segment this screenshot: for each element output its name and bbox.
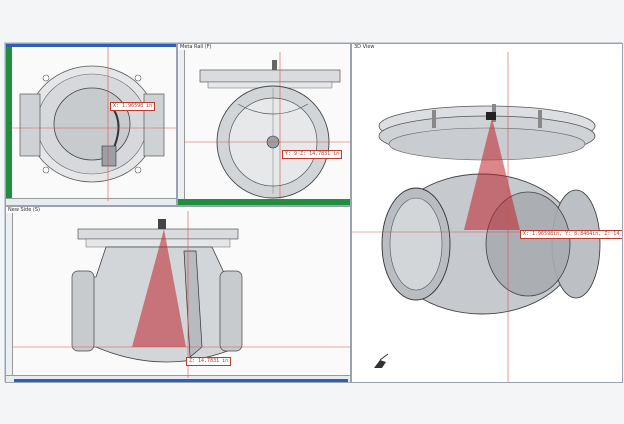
coordinate-readout: X: 1.96598 in: [110, 102, 156, 111]
coordinate-readout: Z: 14.7831 in: [186, 357, 232, 366]
front-view-drawing: [184, 52, 350, 201]
viewport-3d[interactable]: 3D View X: 1.96598in, Y: 8.8404in, Z: 14…: [351, 43, 623, 383]
3d-view-drawing: [352, 52, 622, 382]
top-view-drawing: [12, 47, 176, 201]
viewport-side[interactable]: New Side (S) Z: 14.7831 in: [5, 206, 351, 383]
viewport-front[interactable]: Meta Rail (F) Y: 9 Z: 14.7831 in: [177, 43, 351, 206]
side-view-drawing: [12, 211, 350, 378]
coordinate-readout: X: 1.96598in, Y: 8.8404in, Z: 14.7831in: [520, 230, 622, 239]
axis-triad-icon: [374, 353, 389, 368]
cad-viewer-window: X: 1.96598 in Meta Rail (F) Y: 9 Z: 14.7…: [4, 42, 623, 383]
coordinate-readout: Y: 9 Z: 14.7831 in: [282, 150, 343, 159]
viewport-top[interactable]: X: 1.96598 in: [5, 43, 177, 206]
